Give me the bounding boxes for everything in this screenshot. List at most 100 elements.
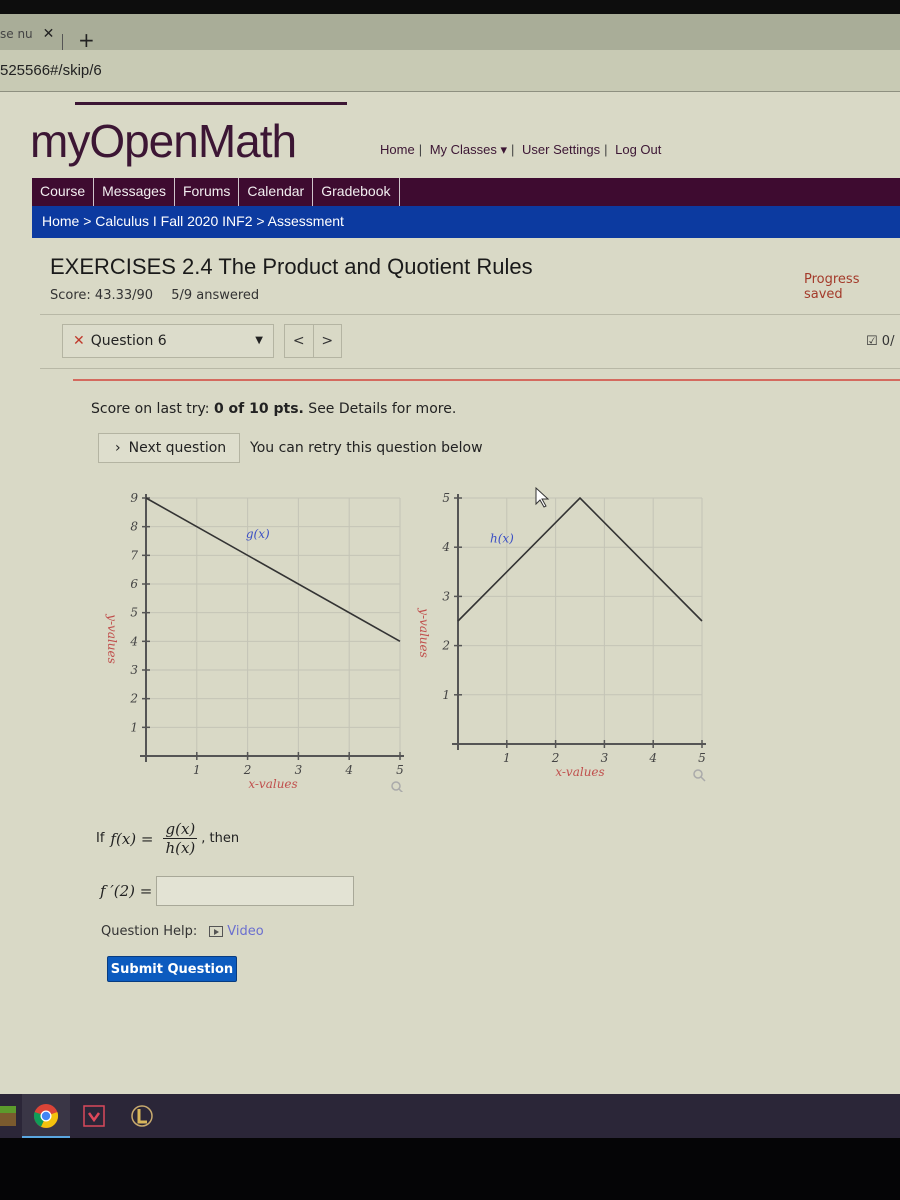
- formula-numerator: g(x): [163, 820, 198, 839]
- answer-input[interactable]: [156, 876, 355, 906]
- formula-if: If: [96, 831, 105, 846]
- top-nav: Home | My Classes ▾ | User Settings | Log O…: [380, 142, 661, 158]
- screen-bezel-bottom: [0, 1138, 900, 1200]
- video-help-link[interactable]: Video: [209, 924, 264, 939]
- g-y-axis-label: y-values: [105, 613, 119, 664]
- chrome-icon[interactable]: [30, 1100, 62, 1132]
- menu-forums[interactable]: Forums: [175, 178, 240, 206]
- g-curve-label: g(x): [246, 527, 270, 541]
- g-x-axis-label: x-values: [248, 777, 297, 791]
- graph-g-svg: 1 2 3 4 5123456789x-valuesy-valuesg(x): [105, 491, 404, 794]
- main-menu: Course Messages Forums Calendar Gradeboo…: [32, 178, 900, 206]
- h-x-tick-label: 4: [648, 751, 657, 765]
- valorant-icon[interactable]: [78, 1100, 110, 1132]
- g-y-tick-label: 5: [130, 606, 138, 620]
- zoom-magnifier-circle: [693, 769, 703, 779]
- menu-gradebook[interactable]: Gradebook: [313, 178, 400, 206]
- browser-tabstrip: se nu ✕ +: [0, 14, 900, 58]
- topnav-separator: |: [511, 142, 515, 157]
- h-x-tick-label: 3: [601, 751, 609, 765]
- submit-question-button[interactable]: Submit Question: [107, 956, 237, 982]
- incorrect-x-icon: ✕: [73, 333, 85, 349]
- tab-title: se nu: [0, 27, 33, 41]
- answer-label: f ′(2) =: [100, 882, 153, 900]
- incorrect-indicator-line: [73, 379, 900, 381]
- h-x-axis-label: x-values: [555, 765, 604, 779]
- answer-row: f ′(2) =: [100, 876, 355, 906]
- last-try-suffix: See Details for more.: [303, 401, 457, 417]
- new-tab-button[interactable]: +: [78, 30, 95, 50]
- url-text[interactable]: 525566#/skip/6: [0, 62, 102, 79]
- assessment-title: EXERCISES 2.4 The Product and Quotient R…: [50, 254, 533, 279]
- formula-lhs: f(x) =: [110, 829, 154, 848]
- h-series-line: [457, 496, 703, 622]
- g-y-tick-label: 6: [130, 577, 138, 591]
- question-select[interactable]: ✕ Question 6 ▼: [62, 324, 274, 358]
- h-y-axis-label: y-values: [417, 607, 431, 658]
- zoom-magnifier-icon: [693, 769, 706, 782]
- g-x-tick-label: 4: [344, 763, 353, 777]
- league-of-legends-icon[interactable]: [126, 1100, 158, 1132]
- question-help-label: Question Help:: [101, 924, 198, 939]
- next-question-label: Next question: [128, 440, 227, 456]
- topnav-separator: |: [418, 142, 423, 157]
- g-y-tick-label: 8: [130, 520, 138, 534]
- topnav-log-out[interactable]: Log Out: [615, 142, 661, 157]
- h-y-tick-label: 5: [442, 491, 450, 505]
- g-x-tick-label: 3: [295, 763, 303, 777]
- question-help: Question Help: Video: [101, 924, 264, 939]
- next-question-button[interactable]: › Next question: [98, 433, 240, 463]
- divider: [40, 368, 900, 369]
- prev-question-button[interactable]: <: [285, 325, 313, 357]
- h-x-tick-label: 1: [503, 751, 511, 765]
- taskbar: [0, 1094, 900, 1138]
- score-summary: Score: 43.33/90 5/9 answered: [50, 288, 259, 303]
- h-x-tick-label: 5: [698, 751, 706, 765]
- g-y-tick-label: 4: [129, 634, 138, 648]
- screen-bezel-top: [0, 0, 900, 14]
- topnav-user-settings[interactable]: User Settings: [522, 142, 600, 157]
- next-question-arrow-button[interactable]: >: [312, 325, 342, 357]
- topnav-separator: |: [604, 142, 608, 157]
- video-play-icon: [209, 926, 224, 937]
- g-y-tick-label: 7: [130, 548, 138, 562]
- menu-messages[interactable]: Messages: [94, 178, 175, 206]
- menu-course[interactable]: Course: [32, 178, 95, 206]
- question-select-label: Question 6: [90, 333, 167, 349]
- g-y-tick-label: 2: [129, 692, 138, 706]
- g-series-line: [145, 497, 401, 643]
- answered-count: 5/9 answered: [171, 288, 260, 303]
- formula-then: , then: [201, 831, 240, 846]
- graph-h: 1 2 3 4 5 1 2 3 4 5 x-values y-values h(x): [400, 472, 720, 792]
- page: myOpenMath Home | My Classes ▾ | User Sett…: [0, 92, 900, 1094]
- topnav-home[interactable]: Home: [380, 142, 415, 157]
- topnav-my-classes[interactable]: My Classes ▾: [430, 142, 507, 157]
- graph-h-svg: 1 2 3 4 5 1 2 3 4 5 x-values y-values h(x): [417, 486, 706, 782]
- breadcrumb[interactable]: Home > Calculus I Fall 2020 INF2 > Asses…: [32, 206, 900, 238]
- logo-overline: [75, 102, 347, 105]
- checkbox-icon: ☑: [866, 334, 878, 349]
- site-logo[interactable]: myOpenMath: [30, 114, 297, 168]
- video-label: Video: [227, 924, 264, 939]
- tab-close-icon[interactable]: ✕: [43, 26, 55, 42]
- h-curve-label: h(x): [490, 531, 514, 545]
- h-x-tick-label: 2: [551, 751, 560, 765]
- zoom-magnifier-handle: [700, 776, 706, 782]
- minecraft-icon[interactable]: [0, 1100, 22, 1132]
- browser-tab[interactable]: se nu ✕: [0, 20, 60, 48]
- progress-saved-status: Progress saved: [804, 272, 860, 302]
- h-y-tick-label: 3: [442, 589, 450, 603]
- h-y-tick-label: 4: [441, 540, 450, 554]
- mouse-cursor-icon: [535, 486, 550, 508]
- divider: [40, 314, 900, 315]
- last-try-points: 0 of 10 pts.: [213, 401, 304, 417]
- h-y-tick-label: 1: [442, 688, 450, 702]
- h-y-tick-label: 2: [441, 639, 450, 653]
- address-bar[interactable]: 525566#/skip/6: [0, 50, 900, 92]
- last-try-score: Score on last try: 0 of 10 pts. See Deta…: [91, 401, 456, 417]
- menu-calendar[interactable]: Calendar: [239, 178, 314, 206]
- retry-message: You can retry this question below: [250, 440, 483, 456]
- formula-fraction: g(x) h(x): [163, 820, 198, 857]
- g-y-tick-label: 9: [130, 491, 138, 505]
- question-score-value: 0/: [881, 334, 895, 349]
